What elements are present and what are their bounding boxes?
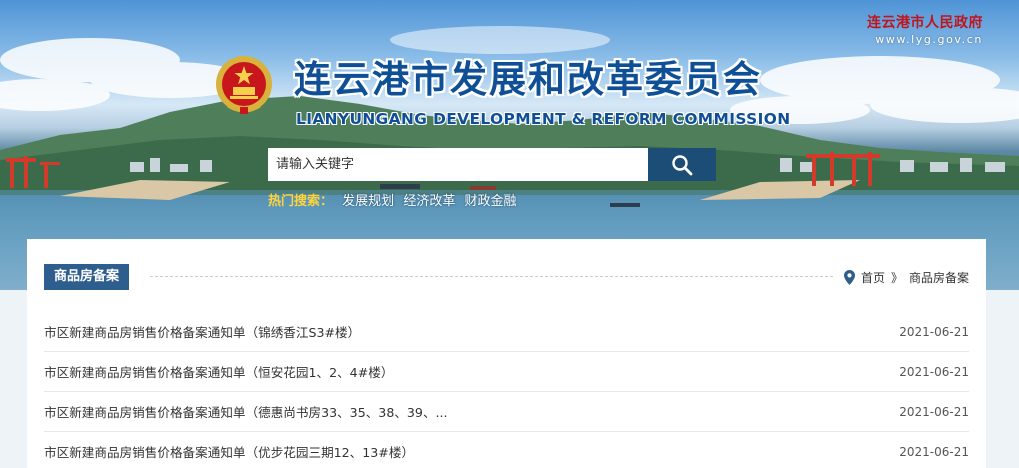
breadcrumb-home[interactable]: 首页 xyxy=(861,269,885,286)
site-title-cn: 连云港市发展和改革委员会 xyxy=(294,58,762,101)
list-item-title[interactable]: 市区新建商品房销售价格备案通知单（锦绣香江S3#楼） xyxy=(44,322,360,341)
search-input[interactable] xyxy=(268,148,648,181)
content-panel: 商品房备案 首页 》 商品房备案 市区新建商品房销售价格备案通知单（锦绣香江S3… xyxy=(27,239,986,468)
page: 连云港市人民政府 www.lyg.gov.cn 连云港市发展和改革委员会 LIA… xyxy=(0,0,1019,468)
list-item: 市区新建商品房销售价格备案通知单（锦绣香江S3#楼） 2021-06-21 xyxy=(44,312,969,352)
gov-url[interactable]: www.lyg.gov.cn xyxy=(867,32,983,48)
hot-search-label: 热门搜索： xyxy=(268,194,334,209)
location-pin-icon xyxy=(843,269,855,285)
divider xyxy=(150,276,833,277)
breadcrumb-current: 商品房备案 xyxy=(908,270,969,285)
list-item-title[interactable]: 市区新建商品房销售价格备案通知单（德惠尚书房33、35、38、39、... xyxy=(44,402,448,421)
search-bar xyxy=(268,148,716,181)
search-button[interactable] xyxy=(648,148,716,181)
list-item-date: 2021-06-21 xyxy=(899,324,969,339)
list-item-date: 2021-06-21 xyxy=(899,364,969,379)
gov-portal-link[interactable]: 连云港市人民政府 www.lyg.gov.cn xyxy=(867,14,983,48)
panel-header: 商品房备案 首页 》 商品房备案 xyxy=(44,264,969,290)
national-emblem-icon xyxy=(216,56,272,114)
hot-search-item[interactable]: 经济改革 xyxy=(403,194,455,209)
site-title-en: LIANYUNGANG DEVELOPMENT & REFORM COMMISS… xyxy=(296,110,791,128)
section-title: 商品房备案 xyxy=(44,264,130,290)
filing-list: 市区新建商品房销售价格备案通知单（锦绣香江S3#楼） 2021-06-21 市区… xyxy=(44,312,969,468)
hot-search-item[interactable]: 财政金融 xyxy=(464,194,516,209)
list-item-date: 2021-06-21 xyxy=(899,444,969,459)
breadcrumb-separator: 》 xyxy=(890,270,903,285)
list-item: 市区新建商品房销售价格备案通知单（德惠尚书房33、35、38、39、... 20… xyxy=(44,392,969,432)
list-item-title[interactable]: 市区新建商品房销售价格备案通知单（优步花园三期12、13#楼） xyxy=(44,442,414,461)
breadcrumb: 首页 》 商品房备案 xyxy=(843,264,969,290)
list-item-date: 2021-06-21 xyxy=(899,404,969,419)
hot-search-item[interactable]: 发展规划 xyxy=(342,194,394,209)
list-item: 市区新建商品房销售价格备案通知单（优步花园三期12、13#楼） 2021-06-… xyxy=(44,432,969,468)
list-item-title[interactable]: 市区新建商品房销售价格备案通知单（恒安花园1、2、4#楼） xyxy=(44,362,393,381)
search-icon xyxy=(672,154,693,175)
hot-search: 热门搜索： 发展规划 经济改革 财政金融 xyxy=(268,193,516,211)
list-item: 市区新建商品房销售价格备案通知单（恒安花园1、2、4#楼） 2021-06-21 xyxy=(44,352,969,392)
gov-name[interactable]: 连云港市人民政府 xyxy=(867,14,983,32)
